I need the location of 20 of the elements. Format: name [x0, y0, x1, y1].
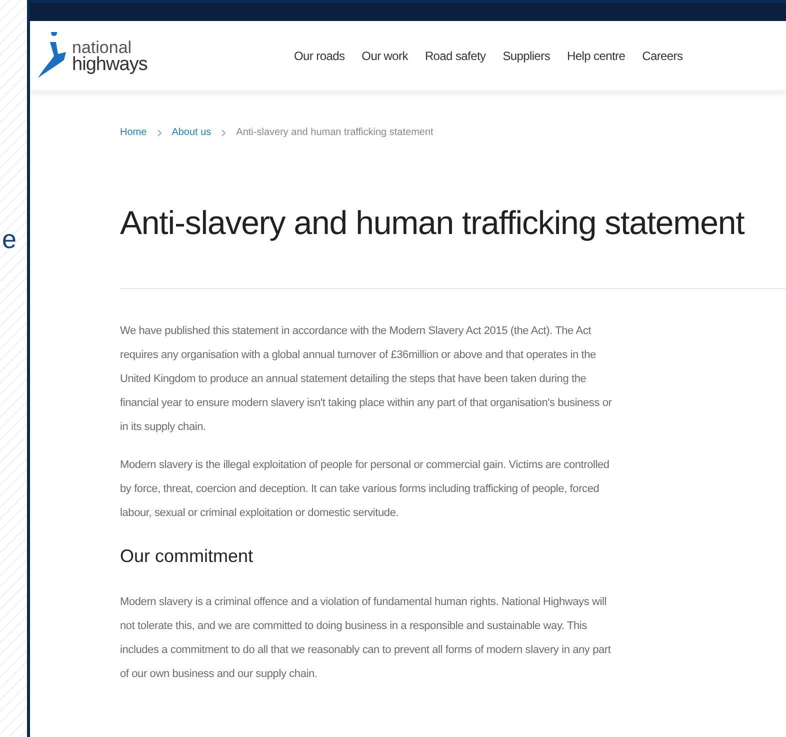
nav-link[interactable]: Our roads: [294, 46, 345, 64]
nav-link[interactable]: Our work: [362, 46, 408, 64]
paragraph: We have published this statement in accordance with the Modern Slavery Act 2015 (the Act). The Act requires any organisation with a global annual turnover of £36million or above and that operates in the United Kingdom to produce an annual statement detailing the steps that have been taken during the financial year to ensure modern slavery isn't taking place within any part of that organisation's business or in its supply chain.: [120, 324, 613, 434]
nav-link[interactable]: Careers: [642, 46, 683, 64]
nav-link[interactable]: Suppliers: [502, 46, 550, 64]
section-heading: Our commitment: [120, 544, 254, 568]
nav-link[interactable]: Road safety: [424, 46, 486, 64]
chevron-icon: [156, 128, 162, 136]
page-title: Anti-slavery and human trafficking statement: [120, 203, 746, 243]
heading-fragment: e: [2, 226, 18, 252]
breadcrumb-link[interactable]: Home: [120, 125, 147, 140]
chevron-icon: [221, 128, 226, 136]
paragraph: Modern slavery is the illegal exploitation of people for personal or commercial gain. Victims are controlled by force, threat, coercion and deception. It can take various forms including trafficking of people, forced labour, sexual or criminal exploitation or domestic servitude.: [120, 458, 610, 520]
logo-text: highways: [72, 56, 148, 72]
nav-link[interactable]: Help centre: [567, 46, 626, 64]
paragraph: Modern slavery is a criminal offence and a violation of fundamental human rights. National Highways will not tolerate this, and we are committed to doing business in a responsible and sustainable way. This includes a commitment to do all that we reasonably can to prevent all forms of modern slavery in any part of our own business and our supply chain.: [120, 594, 612, 682]
breadcrumb-current: Anti-slavery and human trafficking statement: [236, 126, 434, 140]
breadcrumb-link[interactable]: About us: [172, 125, 212, 140]
logo-text: national: [72, 38, 132, 56]
site-logo[interactable]: national highways: [36, 32, 286, 80]
